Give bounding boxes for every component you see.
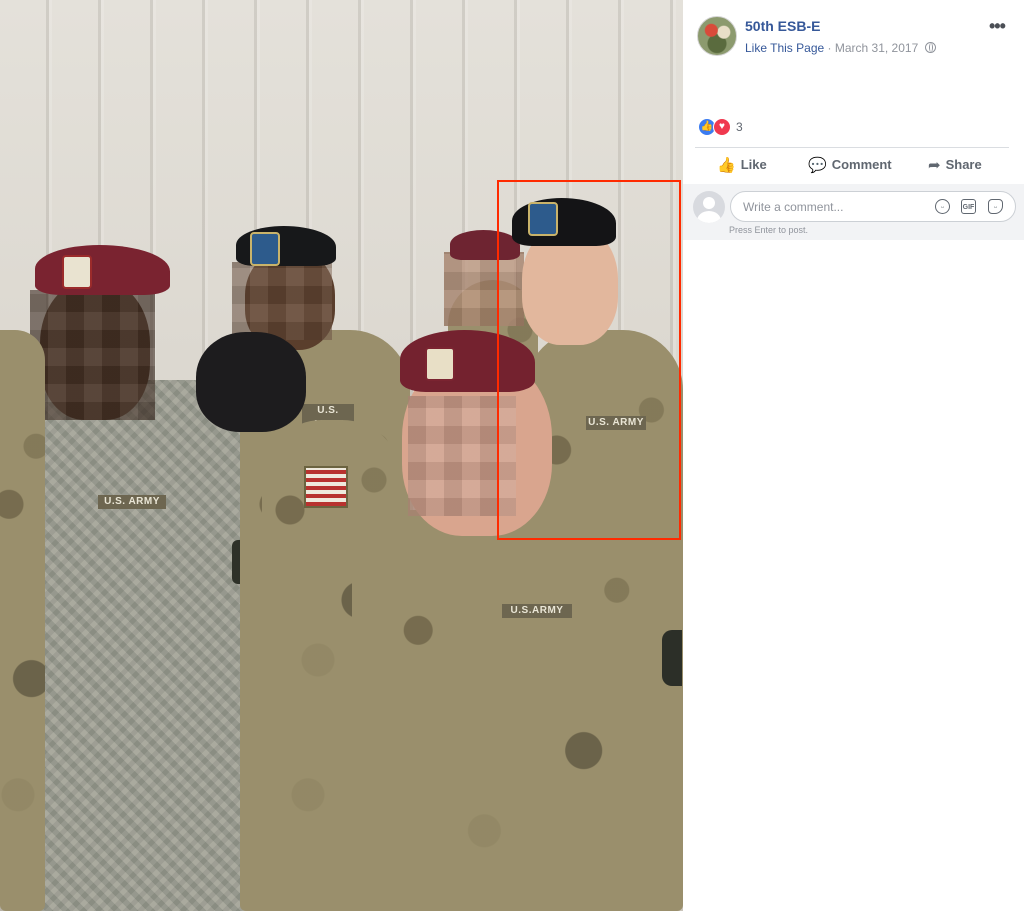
post-photo[interactable]: U.S. ARMY U.S. ARMY U.S. ARMY: [0, 0, 683, 911]
thumbs-up-icon: 👍: [717, 157, 736, 174]
soldier-edge-uniform: [0, 330, 45, 911]
name-tape: U.S.ARMY: [502, 604, 572, 618]
press-enter-hint: Press Enter to post.: [729, 225, 809, 235]
comment-input[interactable]: Write a comment... ᵕ GIF ᵕ: [730, 191, 1016, 222]
post-date[interactable]: March 31, 2017: [835, 41, 918, 55]
share-button[interactable]: ➦ Share: [928, 156, 982, 174]
airborne-patch: [662, 630, 682, 686]
like-page-link[interactable]: Like This Page: [745, 41, 824, 55]
soldier-front-uniform: [352, 510, 683, 911]
globe-icon[interactable]: [924, 42, 936, 53]
gif-icon[interactable]: GIF: [961, 199, 976, 214]
comment-label: Comment: [831, 157, 892, 172]
beret-flash: [425, 347, 455, 381]
comment-placeholder: Write a comment...: [743, 200, 844, 214]
comment-button[interactable]: 💬 Comment: [808, 156, 892, 174]
beret-flash: [250, 232, 280, 266]
post-actions-bar: 👍 Like 💬 Comment ➦ Share: [695, 147, 1009, 182]
highlight-box: [497, 180, 681, 540]
meta-separator: ·: [827, 41, 832, 55]
share-label: Share: [945, 157, 982, 172]
soldier-female-cap: [196, 332, 306, 432]
emoji-icon[interactable]: ᵕ: [935, 199, 950, 214]
sticker-icon[interactable]: ᵕ: [988, 199, 1003, 214]
share-icon: ➦: [928, 157, 941, 174]
name-tape: U.S. ARMY: [98, 495, 166, 509]
page-avatar[interactable]: [697, 16, 737, 56]
pixelated-face: [30, 290, 155, 420]
beret-flash: [62, 255, 92, 289]
more-options-icon[interactable]: •••: [989, 16, 1006, 37]
like-label: Like: [740, 157, 767, 172]
pixelated-face: [232, 262, 332, 340]
comment-icon: 💬: [808, 157, 827, 174]
reaction-count: 3: [736, 120, 743, 134]
love-reaction-icon: ♥: [713, 118, 731, 136]
post-meta: Like This Page · March 31, 2017: [745, 41, 936, 55]
user-avatar: [693, 191, 725, 223]
comment-composer: Write a comment... ᵕ GIF ᵕ Press Enter t…: [683, 184, 1024, 240]
post-sidebar: 50th ESB-E Like This Page · March 31, 20…: [683, 0, 1024, 911]
page-name-link[interactable]: 50th ESB-E: [745, 18, 820, 34]
maroon-beret: [35, 245, 170, 295]
like-button[interactable]: 👍 Like: [717, 156, 767, 174]
flag-patch: [304, 466, 348, 508]
